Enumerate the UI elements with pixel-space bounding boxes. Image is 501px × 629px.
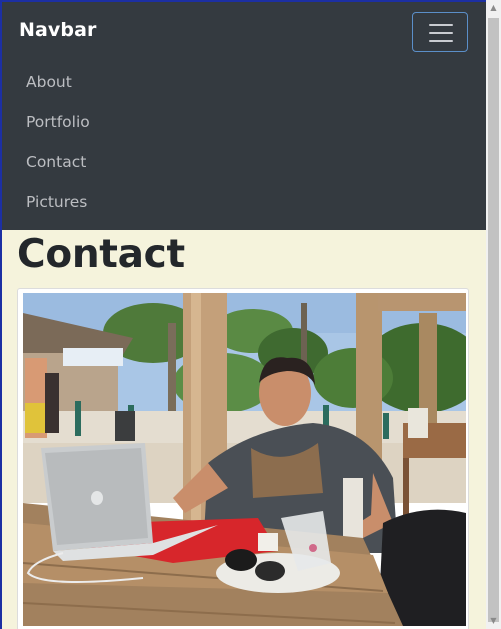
nav-link-pictures[interactable]: Pictures xyxy=(26,182,90,222)
scrollbar-thumb[interactable] xyxy=(488,18,499,622)
hamburger-menu-icon-bar xyxy=(429,32,453,34)
page-title: Contact xyxy=(17,232,185,277)
hamburger-menu-icon xyxy=(429,24,453,26)
scroll-down-arrow-icon[interactable]: ▼ xyxy=(486,613,501,629)
scroll-up-arrow-icon[interactable]: ▲ xyxy=(486,0,501,16)
nav-link-about[interactable]: About xyxy=(26,62,90,102)
nav-link-contact[interactable]: Contact xyxy=(26,142,90,182)
beach-bar-photo xyxy=(23,293,466,626)
navbar-brand[interactable]: Navbar xyxy=(19,19,97,41)
browser-viewport: Navbar About Portfolio Contact Pictures … xyxy=(0,0,486,629)
hamburger-menu-icon-bar xyxy=(429,40,453,42)
vertical-scrollbar[interactable]: ▲ ▼ xyxy=(486,0,501,629)
nav-links: About Portfolio Contact Pictures xyxy=(26,62,90,222)
nav-link-portfolio[interactable]: Portfolio xyxy=(26,102,90,142)
photo-thumbnail xyxy=(17,288,469,629)
navbar: Navbar About Portfolio Contact Pictures xyxy=(2,2,486,230)
navbar-toggler-button[interactable] xyxy=(412,12,468,52)
